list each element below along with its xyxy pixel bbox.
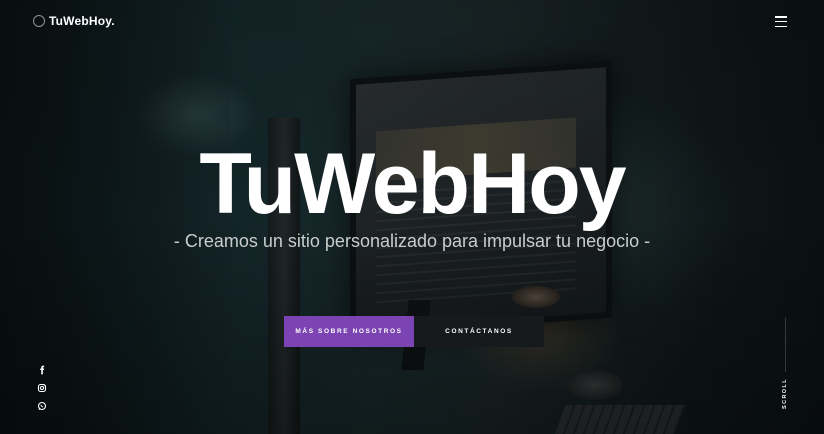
instagram-icon[interactable] (37, 382, 47, 394)
social-links (37, 364, 47, 412)
about-us-button[interactable]: Más sobre nosotros (284, 316, 414, 347)
background-keyboard (554, 405, 686, 434)
logo-text: TuWebHoy. (49, 14, 115, 28)
hero-title: TuWebHoy (199, 136, 626, 232)
cta-group: Más sobre nosotros Contáctanos (284, 316, 544, 347)
scroll-indicator-line (785, 318, 786, 372)
facebook-icon[interactable] (37, 364, 47, 376)
whatsapp-icon[interactable] (37, 400, 47, 412)
logo-link[interactable]: TuWebHoy. (33, 14, 115, 28)
background-mouse (512, 286, 560, 308)
hero-subtitle: - Creamos un sitio personalizado para im… (173, 231, 651, 251)
logo-icon (33, 15, 45, 27)
scroll-label[interactable]: SCROLL (780, 378, 790, 409)
menu-line (775, 25, 787, 27)
contact-button[interactable]: Contáctanos (414, 316, 544, 347)
menu-line (775, 16, 787, 18)
menu-line (775, 20, 787, 23)
hamburger-menu-icon[interactable] (775, 16, 787, 27)
background-cup (565, 370, 623, 400)
